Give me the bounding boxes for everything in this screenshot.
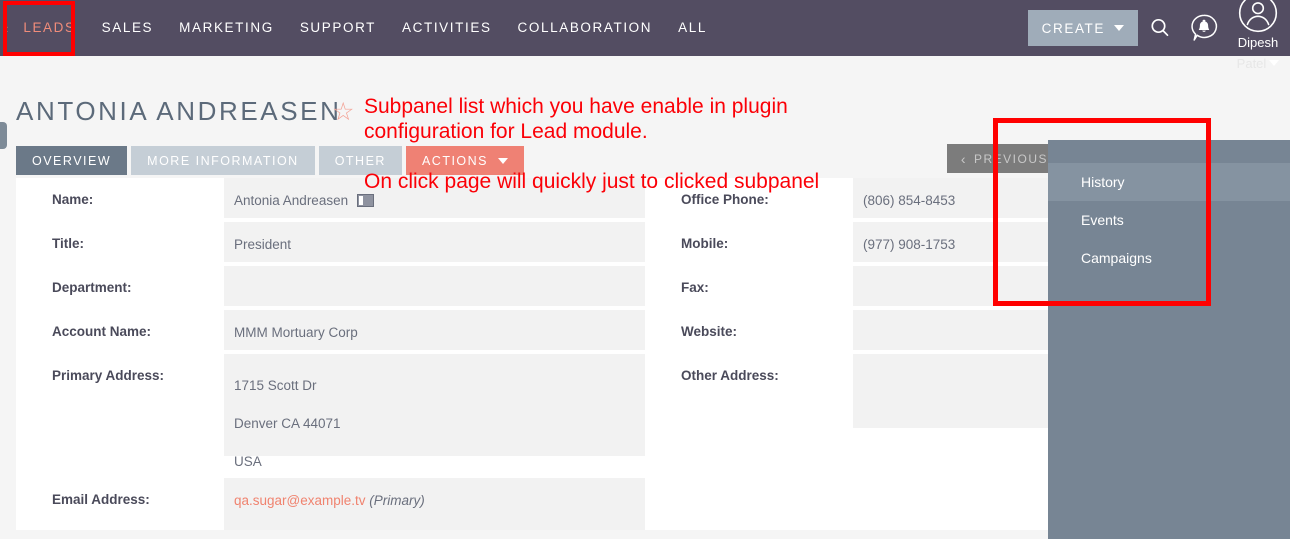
field-fax-label: Fax: bbox=[681, 280, 709, 295]
nav-scroll-left-icon[interactable]: ‹ bbox=[4, 22, 8, 35]
field-email-address-label: Email Address: bbox=[52, 492, 150, 507]
field-department-value[interactable] bbox=[224, 266, 645, 306]
subpanel-menu-top-gap bbox=[1048, 140, 1290, 163]
field-name-text: Antonia Andreasen bbox=[234, 193, 349, 208]
subpanel-item-history-label: History bbox=[1081, 174, 1125, 190]
navbar-right-tools: CREATE Dipesh bbox=[1027, 0, 1290, 56]
previous-record-button[interactable]: ‹ PREVIOUS bbox=[946, 144, 1062, 173]
bell-notification-icon bbox=[1191, 14, 1218, 41]
field-other-address-label: Other Address: bbox=[681, 368, 779, 383]
search-icon bbox=[1151, 18, 1169, 37]
subpanel-item-events[interactable]: Events bbox=[1048, 201, 1290, 239]
field-title-label: Title: bbox=[52, 236, 85, 251]
nav-item-all[interactable]: ALL bbox=[665, 0, 720, 56]
app-root: ‹ LEADS SALES MARKETING SUPPORT ACTIVITI… bbox=[0, 0, 1290, 539]
page-title: ANTONIA ANDREASEN bbox=[16, 96, 342, 126]
module-nav: ‹ LEADS SALES MARKETING SUPPORT ACTIVITI… bbox=[0, 0, 720, 56]
subpanel-item-history[interactable]: History bbox=[1048, 163, 1290, 201]
field-email-address: Email Address: qa.sugar@example.tv (Prim… bbox=[16, 478, 645, 530]
annotation-text-on-click: On click page will quickly just to click… bbox=[364, 170, 820, 193]
favorite-star-icon[interactable]: ☆ bbox=[332, 100, 354, 125]
nav-item-support[interactable]: SUPPORT bbox=[287, 0, 389, 56]
vcard-icon[interactable] bbox=[357, 194, 375, 207]
nav-item-collaboration[interactable]: COLLABORATION bbox=[505, 0, 666, 56]
email-link[interactable]: qa.sugar@example.tv bbox=[234, 493, 366, 508]
field-account-name-value[interactable]: MMM Mortuary Corp bbox=[224, 310, 645, 350]
search-button[interactable] bbox=[1138, 0, 1182, 56]
user-last-name[interactable]: Patel bbox=[1226, 56, 1290, 71]
chevron-down-icon bbox=[498, 157, 509, 164]
tab-more-information-label: MORE INFORMATION bbox=[147, 153, 299, 168]
subpanel-item-campaigns-label: Campaigns bbox=[1081, 250, 1152, 266]
chevron-down-icon bbox=[1269, 60, 1280, 66]
annotation-text-subpanel-list: Subpanel list which you have enable in p… bbox=[364, 95, 788, 143]
field-email-address-value: qa.sugar@example.tv (Primary) bbox=[224, 478, 645, 530]
page-body: ANTONIA ANDREASEN ☆ OVERVIEW MORE INFORM… bbox=[0, 56, 1290, 539]
chevron-down-icon bbox=[1114, 25, 1124, 31]
email-primary-tag: (Primary) bbox=[369, 493, 425, 508]
field-account-name: Account Name: MMM Mortuary Corp bbox=[16, 310, 645, 350]
field-primary-address-label: Primary Address: bbox=[52, 368, 165, 383]
actions-button-label: ACTIONS bbox=[421, 153, 489, 168]
tab-other-label: OTHER bbox=[334, 153, 386, 168]
field-primary-address: Primary Address: 1715 Scott Dr Denver CA… bbox=[16, 354, 645, 469]
field-title: Title: President bbox=[16, 222, 645, 262]
user-menu[interactable]: Dipesh bbox=[1226, 0, 1290, 56]
field-name-label: Name: bbox=[52, 192, 94, 207]
subpanel-item-events-label: Events bbox=[1081, 212, 1124, 228]
chevron-left-icon: ‹ bbox=[960, 150, 967, 167]
notifications-button[interactable] bbox=[1182, 0, 1226, 56]
user-last-name-text: Patel bbox=[1236, 56, 1267, 71]
primary-address-line-1: 1715 Scott Dr bbox=[234, 378, 317, 393]
nav-item-sales[interactable]: SALES bbox=[89, 0, 167, 56]
subpanel-item-campaigns[interactable]: Campaigns bbox=[1048, 239, 1290, 277]
nav-item-leads[interactable]: LEADS bbox=[10, 0, 88, 56]
tab-overview-label: OVERVIEW bbox=[32, 153, 112, 168]
field-department-label: Department: bbox=[52, 280, 132, 295]
tab-more-information[interactable]: MORE INFORMATION bbox=[131, 146, 315, 175]
primary-address-line-2: Denver CA 44071 bbox=[234, 416, 341, 431]
field-primary-address-value[interactable]: 1715 Scott Dr Denver CA 44071 USA bbox=[224, 354, 645, 469]
tab-overview[interactable]: OVERVIEW bbox=[16, 146, 128, 175]
previous-record-label: PREVIOUS bbox=[973, 151, 1048, 166]
field-account-name-label: Account Name: bbox=[52, 324, 152, 339]
nav-item-activities[interactable]: ACTIVITIES bbox=[389, 0, 505, 56]
nav-item-marketing[interactable]: MARKETING bbox=[166, 0, 287, 56]
field-website-label: Website: bbox=[681, 324, 738, 339]
subpanel-dropdown-menu: History Events Campaigns bbox=[1048, 140, 1290, 539]
create-button-label: CREATE bbox=[1041, 20, 1105, 36]
field-department: Department: bbox=[16, 266, 645, 306]
user-first-name: Dipesh bbox=[1237, 35, 1279, 50]
top-navbar: ‹ LEADS SALES MARKETING SUPPORT ACTIVITI… bbox=[0, 0, 1290, 56]
field-mobile-label: Mobile: bbox=[681, 236, 729, 251]
avatar bbox=[1238, 0, 1278, 33]
field-title-value[interactable]: President bbox=[224, 222, 645, 262]
create-button[interactable]: CREATE bbox=[1027, 10, 1138, 46]
sidebar-toggle-handle[interactable] bbox=[0, 122, 7, 149]
